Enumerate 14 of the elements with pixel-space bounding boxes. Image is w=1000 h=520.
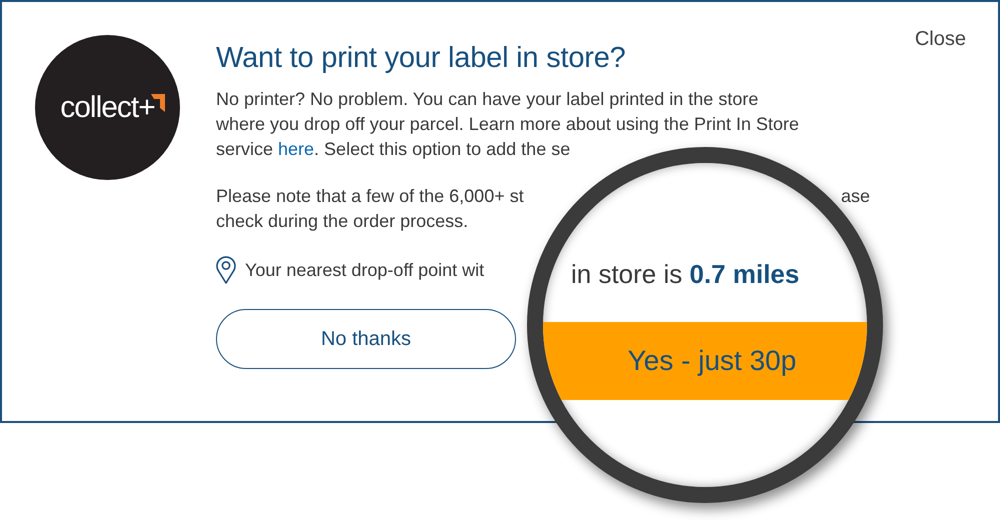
no-thanks-button[interactable]: No thanks	[216, 309, 516, 369]
logo-text: collect+	[60, 90, 155, 124]
text-fragment: ase	[840, 185, 870, 208]
location-pin-icon	[216, 256, 236, 284]
close-link[interactable]: Close	[914, 28, 966, 51]
paragraph-line: check during the order process.	[216, 210, 468, 233]
here-link[interactable]: here	[278, 139, 314, 159]
nearest-text: Your nearest drop-off point wit	[245, 260, 484, 280]
dialog-title: Want to print your label in store?	[216, 42, 627, 75]
paragraph-line: where you drop off your parcel. Learn more about using the Print In Store	[216, 113, 800, 136]
yes-button[interactable]: Yes - just 30p	[543, 322, 867, 400]
distance-text: in store is 0.7 miles	[571, 259, 800, 290]
paragraph-line: Please note that a few of the 6,000+ st	[216, 185, 524, 208]
paragraph-line: No printer? No problem. You can have your label printed in the store	[216, 88, 758, 111]
